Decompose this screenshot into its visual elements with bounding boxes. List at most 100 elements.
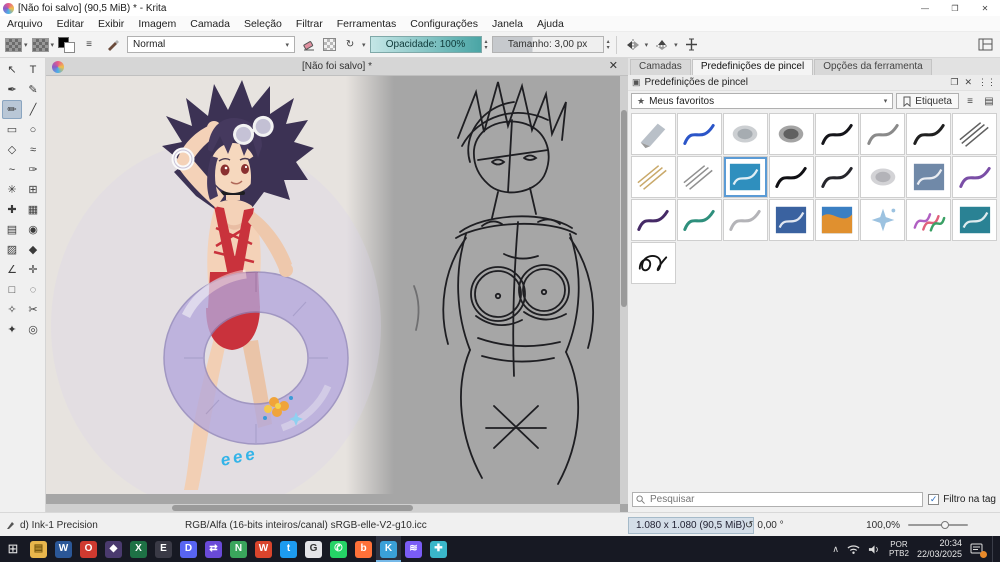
fill-tool[interactable]: ◆: [23, 240, 43, 259]
menu-exibir[interactable]: Exibir: [91, 17, 131, 31]
green-app[interactable]: N: [226, 536, 251, 562]
reload-preset-icon[interactable]: ↻: [340, 35, 360, 54]
orange-app[interactable]: b: [351, 536, 376, 562]
tab-opcoes[interactable]: Opções da ferramenta: [814, 59, 932, 75]
horizontal-scrollbar[interactable]: [46, 504, 620, 512]
size-slider[interactable]: Tamanho: 3,00 px: [491, 36, 604, 53]
menu-ajuda[interactable]: Ajuda: [530, 17, 571, 31]
filter-tag-checkbox[interactable]: ✓: [928, 494, 940, 505]
image-dimensions[interactable]: 1.080 x 1.080 (90,5 MiB): [628, 516, 754, 534]
brush-preset[interactable]: [676, 199, 722, 241]
bezier-tool[interactable]: ~: [2, 160, 22, 179]
mirror-vertical-arrow-icon[interactable]: ▾: [674, 41, 678, 49]
tag-filter-select[interactable]: ★ Meus favoritos ▾: [631, 93, 894, 109]
crop-tool[interactable]: ▦: [23, 200, 43, 219]
opacity-spinner[interactable]: ▴ ▾: [485, 39, 488, 51]
brush-preset[interactable]: [906, 199, 952, 241]
fg-bg-color-swatch[interactable]: [58, 36, 76, 53]
brush-preset[interactable]: [860, 156, 906, 198]
gradient-chooser-arrow-icon[interactable]: ▾: [24, 41, 28, 49]
eraser-mode-icon[interactable]: [299, 35, 319, 54]
docker-close-icon[interactable]: ✕: [964, 77, 972, 88]
docker-grip-icon[interactable]: ⋮⋮: [978, 77, 996, 88]
menu-imagem[interactable]: Imagem: [131, 17, 183, 31]
pointer-tool[interactable]: ↖: [2, 60, 22, 79]
document-close-icon[interactable]: ✕: [609, 59, 618, 72]
gray-circle-app[interactable]: G: [301, 536, 326, 562]
brush-editor-icon[interactable]: [103, 35, 123, 54]
rotation-value[interactable]: 0,00 °: [757, 520, 783, 531]
edit-shapes-tool[interactable]: ✒: [2, 80, 22, 99]
gradient-chooser[interactable]: [5, 37, 22, 52]
line-tool[interactable]: ╱: [23, 100, 43, 119]
calligraphy-tool[interactable]: ✎: [23, 80, 43, 99]
brush-preset[interactable]: [814, 199, 860, 241]
epub-reader-app[interactable]: E: [151, 536, 176, 562]
close-button[interactable]: ✕: [970, 0, 1000, 16]
pattern-tool[interactable]: ▨: [2, 240, 22, 259]
mirror-horizontal-arrow-icon[interactable]: ▾: [645, 41, 649, 49]
krita-app[interactable]: K: [376, 536, 401, 562]
contiguous-select-tool[interactable]: ✦: [2, 320, 22, 339]
brush-preset[interactable]: [952, 156, 997, 198]
tag-button[interactable]: Etiqueta: [896, 93, 959, 109]
tab-camadas[interactable]: Camadas: [630, 59, 691, 75]
zoom-slider-thumb[interactable]: [941, 521, 949, 529]
polygon-select-tool[interactable]: ✧: [2, 300, 22, 319]
brush-preset[interactable]: [768, 199, 814, 241]
purple-arrows-app[interactable]: ⇄: [201, 536, 226, 562]
minimize-button[interactable]: —: [910, 0, 940, 16]
brush-preset[interactable]: [631, 156, 676, 198]
word-app[interactable]: W: [51, 536, 76, 562]
volume-icon[interactable]: [868, 544, 881, 555]
polygon-tool[interactable]: ◇: [2, 140, 22, 159]
opera-browser-app[interactable]: O: [76, 536, 101, 562]
menu-editar[interactable]: Editar: [50, 17, 91, 31]
brush-preset[interactable]: [722, 156, 768, 198]
brush-preset[interactable]: [722, 199, 768, 241]
thumbnail-mode-icon[interactable]: ▤: [981, 93, 997, 109]
gradient-tool[interactable]: ▤: [2, 220, 22, 239]
mirror-vertical-icon[interactable]: [652, 35, 672, 54]
blend-mode-select[interactable]: Normal ▾: [127, 36, 296, 53]
docker-float-icon[interactable]: ❐: [950, 77, 958, 88]
menu-janela[interactable]: Janela: [485, 17, 530, 31]
brush-preset[interactable]: [631, 113, 676, 155]
pattern-chooser-arrow-icon[interactable]: ▾: [51, 41, 55, 49]
menu-selecao[interactable]: Seleção: [237, 17, 289, 31]
preserve-alpha-icon[interactable]: [323, 38, 337, 51]
move-tool[interactable]: ✚: [2, 200, 22, 219]
teal-cross-app[interactable]: ✚: [426, 536, 451, 562]
rectangle-tool[interactable]: ▭: [2, 120, 22, 139]
rect-select-tool[interactable]: □: [2, 280, 22, 299]
color-sampler-tool[interactable]: ◉: [23, 220, 43, 239]
snap-crosshair-icon[interactable]: [682, 35, 702, 54]
brush-preset[interactable]: [631, 199, 676, 241]
vertical-scrollbar[interactable]: [620, 76, 628, 504]
brush-preset[interactable]: [952, 199, 997, 241]
assistants-tool[interactable]: ✛: [23, 260, 43, 279]
size-spinner[interactable]: ▴ ▾: [607, 39, 610, 51]
brush-preset[interactable]: [814, 156, 860, 198]
vertical-scrollbar-thumb[interactable]: [621, 110, 627, 308]
clock[interactable]: 20:34 22/03/2025: [917, 538, 962, 560]
obsidian-app[interactable]: ◆: [101, 536, 126, 562]
brush-preset[interactable]: [768, 156, 814, 198]
brush-search-input[interactable]: [648, 493, 920, 506]
excel-app[interactable]: X: [126, 536, 151, 562]
opacity-slider[interactable]: Opacidade: 100%: [369, 36, 482, 53]
language-indicator[interactable]: POR PTB2: [889, 540, 909, 558]
hidden-icons-chevron[interactable]: ∧: [832, 544, 839, 555]
rotation-icon[interactable]: ↺: [745, 520, 753, 531]
freehand-select-tool[interactable]: ✂: [23, 300, 43, 319]
restore-button[interactable]: ❐: [940, 0, 970, 16]
polyline-tool[interactable]: ≈: [23, 140, 43, 159]
brush-preset[interactable]: [906, 113, 952, 155]
workspace-chooser-icon[interactable]: [975, 35, 995, 54]
pattern-chooser[interactable]: [31, 37, 49, 52]
transform-tool[interactable]: ⊞: [23, 180, 43, 199]
wps-app[interactable]: W: [251, 536, 276, 562]
horizontal-scrollbar-thumb[interactable]: [172, 505, 414, 511]
menu-arquivo[interactable]: Arquivo: [0, 17, 50, 31]
freehand-brush-tool[interactable]: ✏: [2, 100, 22, 119]
